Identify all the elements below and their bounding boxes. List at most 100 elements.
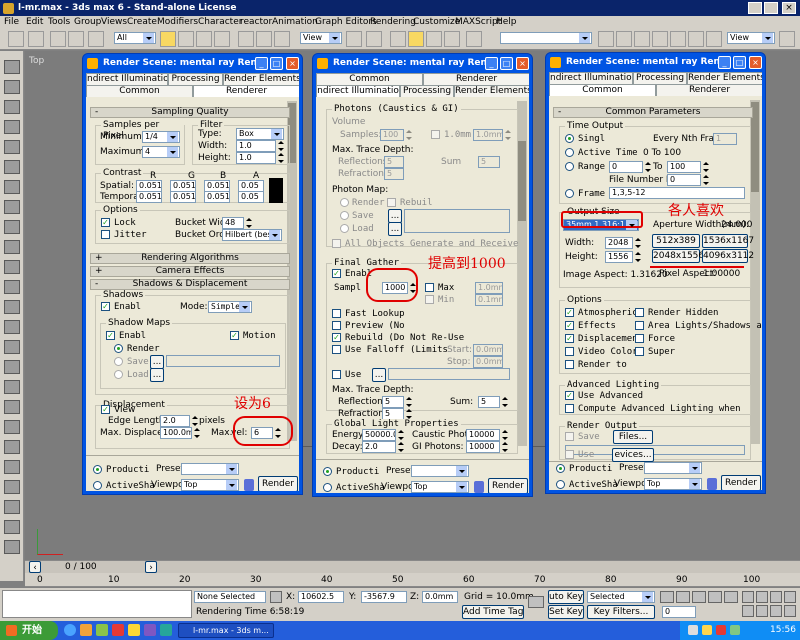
fg-min-field[interactable]: 0.1mm xyxy=(475,294,503,306)
create-dynamics-icon[interactable] xyxy=(4,540,20,554)
fast-lookup-checkbox[interactable] xyxy=(332,309,341,318)
force-checkbox[interactable] xyxy=(635,334,644,343)
range-radio[interactable] xyxy=(565,162,574,171)
create-teapot-icon[interactable] xyxy=(4,140,20,154)
output-height-field[interactable]: 1556 xyxy=(605,251,633,263)
curve-editor-icon[interactable] xyxy=(652,31,668,47)
zoom-extents-all-icon[interactable] xyxy=(784,591,796,603)
menu-create[interactable]: Create xyxy=(127,17,157,28)
lock-icon[interactable] xyxy=(474,481,484,493)
trackbar[interactable]: 0 10 20 30 40 50 60 70 80 90 100 xyxy=(25,573,800,587)
auto-key-button[interactable]: uto Key xyxy=(548,590,584,604)
fg-sum-spinner[interactable] xyxy=(501,396,508,408)
render-to-checkbox[interactable] xyxy=(565,360,574,369)
maximize-button[interactable] xyxy=(764,2,778,14)
zoom-icon[interactable] xyxy=(742,591,754,603)
shadow-maps-enable-checkbox[interactable]: ✓ xyxy=(106,331,115,340)
pivot-center-icon[interactable] xyxy=(346,31,362,47)
taskbar-item-3dsmax[interactable]: l-mr.max - 3ds m... xyxy=(178,623,274,638)
displacement-checkbox[interactable]: ✓ xyxy=(565,334,574,343)
quicklaunch-app3-icon[interactable] xyxy=(144,624,156,636)
tab-processing[interactable]: Processing xyxy=(168,73,223,85)
filter-type-dropdown[interactable]: Box xyxy=(236,128,284,140)
menu-modifiers[interactable]: Modifiers xyxy=(157,17,198,28)
maximize-button[interactable]: □ xyxy=(270,57,283,70)
time-slider-next[interactable]: › xyxy=(145,561,157,573)
radius-spinner[interactable] xyxy=(504,129,511,141)
edge-length-spinner[interactable] xyxy=(191,415,198,427)
maximize-button[interactable]: □ xyxy=(500,57,513,70)
create-spacewarp-icon[interactable] xyxy=(4,320,20,334)
zoom-extents-icon[interactable] xyxy=(770,591,782,603)
tray-ime-icon[interactable] xyxy=(730,625,740,635)
photon-samples-spinner[interactable] xyxy=(405,129,412,141)
radius-checkbox[interactable] xyxy=(431,130,440,139)
create-box-icon[interactable] xyxy=(4,60,20,74)
filter-width-field[interactable]: 1.0 xyxy=(236,140,276,152)
lock-icon[interactable] xyxy=(244,479,254,491)
save-file-checkbox[interactable] xyxy=(565,432,574,441)
use-advanced-checkbox[interactable]: ✓ xyxy=(565,391,574,400)
lock-checkbox[interactable]: ✓ xyxy=(101,218,110,227)
shadow-save-radio[interactable] xyxy=(114,357,123,366)
rollout-rendering-algorithms[interactable]: + Rendering Algorithms xyxy=(90,253,290,264)
render-scene-icon[interactable] xyxy=(706,31,722,47)
tab-common[interactable]: Common xyxy=(316,73,423,85)
frames-radio[interactable] xyxy=(565,189,574,198)
preview-checkbox[interactable] xyxy=(332,321,341,330)
quicklaunch-app4-icon[interactable] xyxy=(160,624,172,636)
falloff-stop-field[interactable]: 0.0mm xyxy=(473,356,503,368)
atmospherics-checkbox[interactable]: ✓ xyxy=(565,308,574,317)
scrollbar[interactable] xyxy=(750,100,760,444)
photon-render-radio[interactable] xyxy=(340,198,349,207)
create-light-icon[interactable] xyxy=(4,260,20,274)
fg-sum-field[interactable]: 5 xyxy=(478,396,500,408)
activeshade-radio[interactable] xyxy=(323,483,332,492)
quicklaunch-app2-icon[interactable] xyxy=(128,624,140,636)
menu-animation[interactable]: Animation xyxy=(272,17,318,28)
create-system-icon[interactable] xyxy=(4,460,20,474)
photon-rebuild-checkbox[interactable] xyxy=(387,198,396,207)
create-compound-icon[interactable] xyxy=(4,480,20,494)
photon-load-browse-button[interactable]: ... xyxy=(388,222,402,236)
use-falloff-checkbox[interactable] xyxy=(332,345,341,354)
file-number-base-spinner[interactable] xyxy=(702,174,709,186)
maximize-button[interactable]: □ xyxy=(733,56,746,69)
selected-key-dropdown[interactable]: Selected xyxy=(587,591,655,603)
bind-space-warp-icon[interactable] xyxy=(88,31,104,47)
shadows-enable-checkbox[interactable]: ✓ xyxy=(101,302,110,311)
select-object-icon[interactable] xyxy=(160,31,176,47)
undo-icon[interactable] xyxy=(8,31,24,47)
render-button[interactable]: Render xyxy=(258,476,298,491)
bucket-width-field[interactable]: 48 xyxy=(222,217,244,229)
quicklaunch-ie-icon[interactable] xyxy=(64,624,76,636)
range-to-spinner[interactable] xyxy=(702,161,709,173)
tab-common[interactable]: Common xyxy=(86,85,193,97)
preset-dropdown[interactable] xyxy=(181,463,239,475)
tab-indirect-illumination[interactable]: ndirect Illumination xyxy=(86,73,168,85)
align-icon[interactable] xyxy=(616,31,632,47)
tab-render-elements[interactable]: Render Elements xyxy=(687,72,762,84)
close-button[interactable]: × xyxy=(286,57,299,70)
preset-size-button-3[interactable]: 2048x1556 xyxy=(652,249,704,263)
create-helper-icon[interactable] xyxy=(4,300,20,314)
go-to-start-icon[interactable] xyxy=(660,591,674,603)
maximize-viewport-icon[interactable] xyxy=(784,605,796,617)
activeshade-radio[interactable] xyxy=(556,480,565,489)
create-spline-icon[interactable] xyxy=(4,400,20,414)
scrollbar[interactable] xyxy=(517,101,527,446)
photon-path-field[interactable] xyxy=(404,209,510,233)
motion-checkbox[interactable]: ✓ xyxy=(230,331,239,340)
play-icon[interactable] xyxy=(692,591,706,603)
reference-coordinate-dropdown[interactable]: View xyxy=(300,32,342,44)
window-crossing-icon[interactable] xyxy=(214,31,230,47)
decay-field[interactable]: 2.0 xyxy=(362,441,396,453)
range-from-field[interactable]: 0 xyxy=(609,161,643,173)
shadow-save-browse-button[interactable]: ... xyxy=(150,355,164,369)
z-coordinate-field[interactable]: 0.0mm xyxy=(422,591,458,603)
layer-manager-icon[interactable] xyxy=(634,31,650,47)
create-line-icon[interactable] xyxy=(4,380,20,394)
tab-processing[interactable]: Processing xyxy=(400,85,454,97)
fg-reflections-field[interactable]: 5 xyxy=(382,396,404,408)
field-of-view-icon[interactable] xyxy=(742,605,754,617)
